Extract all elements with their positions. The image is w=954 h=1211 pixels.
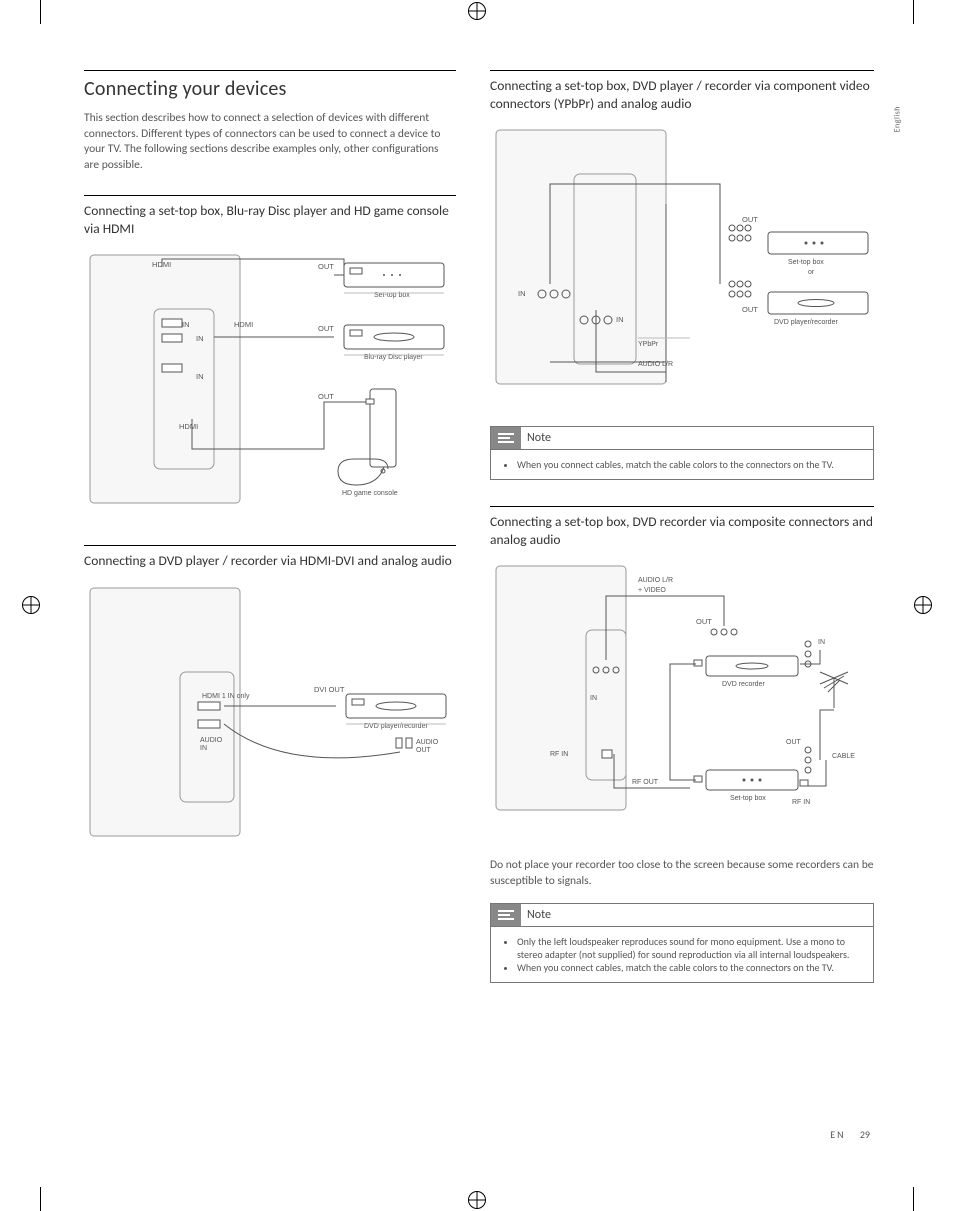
svg-text:OUT: OUT: [318, 262, 334, 271]
svg-text:HDMI 1 IN only: HDMI 1 IN only: [202, 693, 250, 700]
svg-text:IN: IN: [182, 320, 190, 329]
svg-text:OUT: OUT: [416, 747, 432, 754]
svg-text:RF IN: RF IN: [550, 751, 568, 758]
diagram-component: IN IN YPbPr AUDIO L/R Set-top box or DVD…: [490, 124, 874, 390]
diagram-hdmi-dvi: HDMI 1 IN only AUDIO IN DVD player/recor…: [84, 582, 456, 842]
svg-text:IN: IN: [196, 372, 204, 381]
language-tab: English: [892, 106, 902, 132]
svg-text:DVI OUT: DVI OUT: [314, 685, 345, 694]
svg-text:+ VIDEO: + VIDEO: [638, 587, 666, 594]
svg-text:RF OUT: RF OUT: [632, 779, 659, 786]
svg-text:IN: IN: [616, 315, 624, 324]
registration-mark: [468, 2, 486, 20]
svg-text:OUT: OUT: [318, 392, 334, 401]
svg-text:DVD recorder: DVD recorder: [722, 681, 765, 688]
svg-text:OUT: OUT: [318, 324, 334, 333]
svg-text:HDMI: HDMI: [179, 422, 198, 431]
note-title: Note: [527, 908, 551, 922]
svg-text:IN: IN: [590, 695, 597, 702]
diagram-hdmi: IN IN IN HDMI HDMI HDMI OUT Set-top box …: [84, 249, 456, 509]
registration-mark: [22, 596, 40, 614]
svg-text:AUDIO: AUDIO: [200, 737, 223, 744]
subsection-title: Connecting a DVD player / recorder via H…: [84, 545, 456, 570]
svg-text:OUT: OUT: [742, 305, 758, 314]
registration-mark: [914, 596, 932, 614]
svg-text:IN: IN: [200, 745, 207, 752]
subsection-title: Connecting a set-top box, DVD recorder v…: [490, 506, 874, 548]
svg-text:IN: IN: [518, 289, 526, 298]
svg-text:RF IN: RF IN: [792, 799, 810, 806]
note-box: Note When you connect cables, match the …: [490, 426, 874, 480]
note-icon: [491, 904, 521, 926]
svg-text:OUT: OUT: [786, 739, 802, 746]
svg-text:IN: IN: [818, 639, 825, 646]
svg-text:AUDIO L/R: AUDIO L/R: [638, 577, 673, 584]
registration-mark: [468, 1191, 486, 1209]
svg-text:Set-top box: Set-top box: [730, 795, 766, 802]
svg-text:IN: IN: [196, 334, 204, 343]
svg-text:Set-top box: Set-top box: [788, 259, 824, 266]
subsection-title: Connecting a set-top box, DVD player / r…: [490, 70, 874, 112]
note-icon: [491, 427, 521, 449]
page-content: Connecting your devices This section des…: [84, 70, 874, 1150]
page-footer: EN 29: [830, 1128, 870, 1141]
body-text: Do not place your recorder too close to …: [490, 858, 874, 889]
note-box: Note Only the left loudspeaker reproduce…: [490, 903, 874, 983]
svg-text:HD game console: HD game console: [342, 490, 398, 497]
svg-text:or: or: [808, 269, 815, 276]
note-title: Note: [527, 431, 551, 445]
svg-text:HDMI: HDMI: [234, 320, 253, 329]
svg-text:CABLE: CABLE: [832, 753, 855, 760]
svg-text:OUT: OUT: [696, 617, 712, 626]
svg-text:AUDIO: AUDIO: [416, 739, 439, 746]
svg-text:OUT: OUT: [742, 215, 758, 224]
footer-lang: EN: [830, 1128, 845, 1141]
subsection-title: Connecting a set-top box, Blu-ray Disc p…: [84, 195, 456, 237]
diagram-composite: AUDIO L/R + VIDEO RF IN DVD recorder OUT…: [490, 560, 874, 816]
note-body: When you connect cables, match the cable…: [491, 449, 873, 479]
svg-text:YPbPr: YPbPr: [638, 341, 659, 348]
section-heading: Connecting your devices: [84, 70, 456, 101]
svg-text:DVD player/recorder: DVD player/recorder: [774, 319, 838, 326]
page-number: 29: [860, 1128, 870, 1141]
note-body: Only the left loudspeaker reproduces sou…: [491, 926, 873, 982]
intro-text: This section describes how to connect a …: [84, 111, 456, 173]
